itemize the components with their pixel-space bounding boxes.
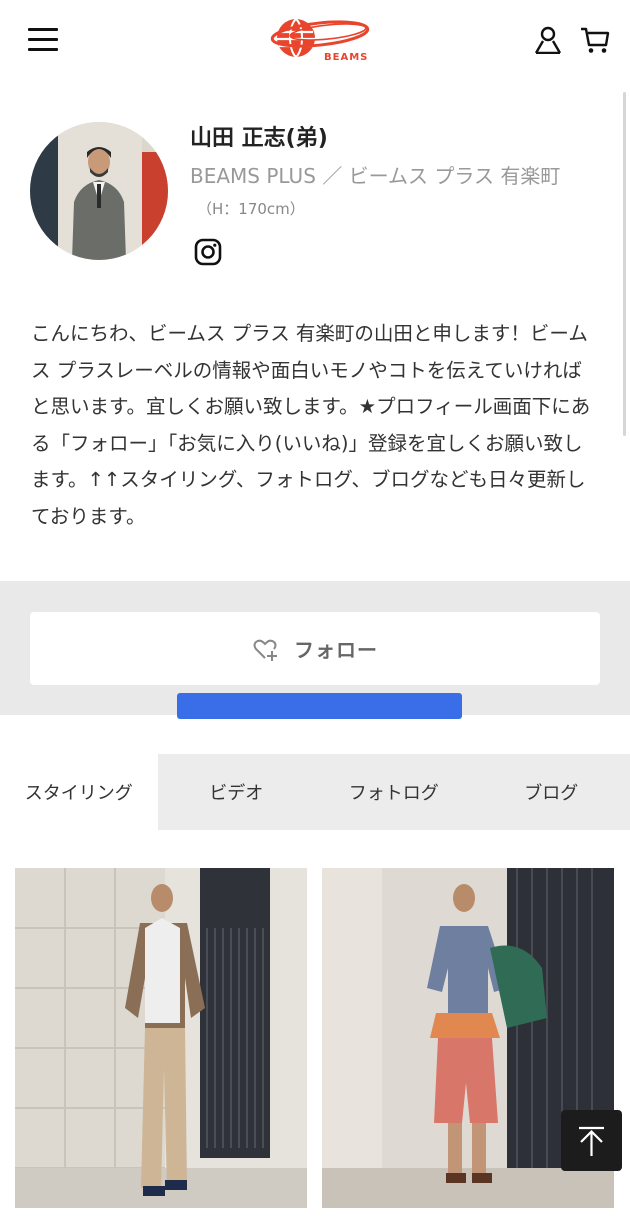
profile-bio: こんにちわ、ビームス プラス 有楽町の山田と申します！ビームス プラスレーベルの… — [31, 322, 591, 528]
profile-shop[interactable]: BEAMS PLUS ／ ビームス プラス 有楽町 — [190, 160, 560, 189]
follow-button[interactable]: フォロー — [30, 612, 600, 685]
heart-plus-icon — [253, 639, 277, 661]
user-icon[interactable] — [534, 26, 562, 55]
profile-avatar — [30, 122, 168, 260]
cart-icon[interactable] — [580, 26, 610, 54]
tab-video[interactable]: ビデオ — [158, 754, 316, 830]
profile-height: （H：170cm） — [197, 200, 305, 218]
profile-name: 山田 正志(弟) — [190, 126, 328, 151]
tab-styling[interactable]: スタイリング — [0, 754, 158, 830]
beams-logo[interactable]: BEAMS — [258, 14, 372, 66]
highlight-bar — [177, 693, 462, 719]
tab-photolog[interactable]: フォトログ — [315, 754, 473, 830]
tab-blog[interactable]: ブログ — [473, 754, 630, 830]
arrow-up-icon — [579, 1126, 604, 1156]
follow-label: フォロー — [294, 638, 378, 662]
hamburger-menu-icon[interactable] — [28, 28, 58, 52]
logo-text: BEAMS — [324, 52, 369, 63]
site-header: BEAMS — [0, 0, 630, 80]
back-to-top-button[interactable] — [561, 1110, 622, 1171]
scrollbar[interactable] — [623, 92, 626, 436]
content-tabs: スタイリング ビデオ フォトログ ブログ — [0, 754, 630, 830]
instagram-icon[interactable] — [194, 238, 222, 266]
styling-photo[interactable] — [15, 868, 307, 1208]
